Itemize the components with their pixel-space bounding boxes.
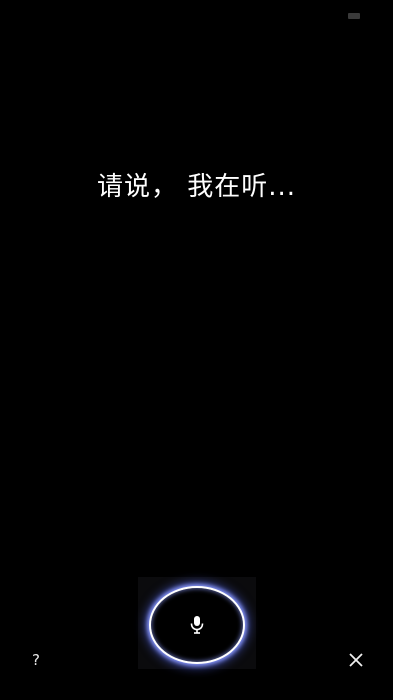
microphone-button[interactable] <box>149 586 245 664</box>
close-icon <box>346 650 366 670</box>
microphone-icon <box>189 615 205 635</box>
listening-prompt: 请说， 我在听... <box>96 172 297 202</box>
close-button[interactable] <box>346 650 366 670</box>
battery-icon <box>348 13 360 19</box>
help-button[interactable]: ? <box>26 648 46 672</box>
